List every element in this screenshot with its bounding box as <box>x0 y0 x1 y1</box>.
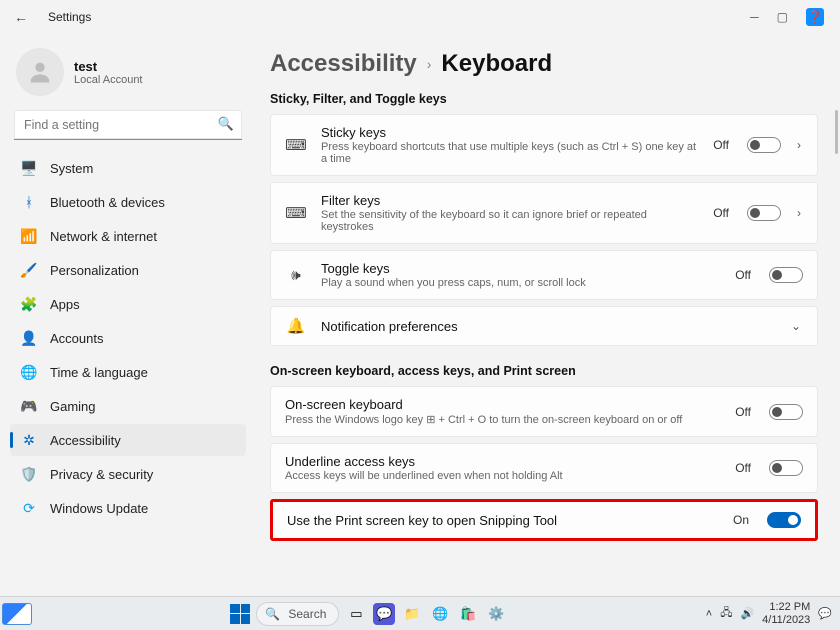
gamepad-icon: 🎮 <box>20 397 38 415</box>
globe-icon: 🌐 <box>20 363 38 381</box>
update-icon: ⟳ <box>20 499 38 517</box>
osk-state: Off <box>735 405 751 419</box>
keyboard-icon: ⌨ <box>285 136 307 154</box>
bluetooth-icon: ᚼ <box>20 193 38 211</box>
widgets-button[interactable] <box>2 603 32 625</box>
search-icon: 🔍 <box>218 116 234 132</box>
shield-icon: 🛡️ <box>20 465 38 483</box>
sound-icon: 🕪 <box>285 267 307 284</box>
nav-apps[interactable]: 🧩Apps <box>10 288 246 320</box>
section-heading-2: On-screen keyboard, access keys, and Pri… <box>270 364 818 378</box>
nav-gaming[interactable]: 🎮Gaming <box>10 390 246 422</box>
search-box[interactable]: 🔍 <box>14 110 242 140</box>
section-heading-1: Sticky, Filter, and Toggle keys <box>270 92 818 106</box>
explorer-icon[interactable]: 📁 <box>401 603 423 625</box>
volume-tray-icon[interactable]: 🔊 <box>740 607 754 620</box>
row-toggle-keys[interactable]: 🕪 Toggle keys Play a sound when you pres… <box>270 250 818 300</box>
account-type: Local Account <box>74 74 143 86</box>
row-filter-keys[interactable]: ⌨ Filter keys Set the sensitivity of the… <box>270 182 818 244</box>
window-titlebar: ← Settings ─ ▢ ❓ <box>0 0 840 34</box>
scrollbar-thumb[interactable] <box>835 110 838 154</box>
chevron-down-icon[interactable]: ⌄ <box>789 319 803 333</box>
chevron-right-icon[interactable]: › <box>795 206 803 220</box>
chevron-right-icon[interactable]: › <box>795 138 803 152</box>
filter-toggle[interactable] <box>747 205 781 221</box>
taskbar: 🔍Search ▭ 💬 📁 🌐 🛍️ ⚙️ ˄ 🖧 🔊 1:22 PM 4/11… <box>0 596 840 630</box>
account-block[interactable]: test Local Account <box>10 44 246 110</box>
edge-icon[interactable]: 🌐 <box>429 603 451 625</box>
row-sticky-keys[interactable]: ⌨ Sticky keys Press keyboard shortcuts t… <box>270 114 818 176</box>
notifications-tray-icon[interactable]: 💬 <box>818 607 832 620</box>
breadcrumb: Accessibility › Keyboard <box>270 44 818 84</box>
tray-chevron-icon[interactable]: ˄ <box>706 608 712 620</box>
sticky-toggle[interactable] <box>747 137 781 153</box>
apps-icon: 🧩 <box>20 295 38 313</box>
nav-list: 🖥️System ᚼBluetooth & devices 📶Network &… <box>10 152 246 524</box>
sidebar: test Local Account 🔍 🖥️System ᚼBluetooth… <box>0 34 252 596</box>
row-osk[interactable]: On-screen keyboard Press the Windows log… <box>270 386 818 437</box>
nav-bluetooth[interactable]: ᚼBluetooth & devices <box>10 186 246 218</box>
taskbar-search[interactable]: 🔍Search <box>256 602 339 626</box>
display-icon: 🖥️ <box>20 159 38 177</box>
maximize-button[interactable]: ▢ <box>777 10 788 24</box>
minimize-button[interactable]: ─ <box>750 10 759 24</box>
prt-state: On <box>733 513 749 527</box>
accessibility-icon: ✲ <box>20 431 38 449</box>
task-view-icon[interactable]: ▭ <box>345 603 367 625</box>
filter-state: Off <box>713 206 729 220</box>
wifi-icon: 📶 <box>20 227 38 245</box>
nav-personalization[interactable]: 🖌️Personalization <box>10 254 246 286</box>
account-name: test <box>74 59 143 74</box>
help-icon[interactable]: ❓ <box>806 8 824 26</box>
uak-toggle[interactable] <box>769 460 803 476</box>
brush-icon: 🖌️ <box>20 261 38 279</box>
nav-update[interactable]: ⟳Windows Update <box>10 492 246 524</box>
nav-accessibility[interactable]: ✲Accessibility <box>10 424 246 456</box>
keyboard-icon: ⌨ <box>285 204 307 222</box>
window-title: Settings <box>48 10 91 24</box>
network-tray-icon[interactable]: 🖧 <box>720 604 732 623</box>
prt-toggle[interactable] <box>767 512 801 528</box>
sticky-state: Off <box>713 138 729 152</box>
uak-state: Off <box>735 461 751 475</box>
store-icon[interactable]: 🛍️ <box>457 603 479 625</box>
nav-time[interactable]: 🌐Time & language <box>10 356 246 388</box>
nav-accounts[interactable]: 👤Accounts <box>10 322 246 354</box>
taskbar-clock[interactable]: 1:22 PM 4/11/2023 <box>762 601 810 625</box>
page-title: Keyboard <box>441 50 552 78</box>
row-underline-access-keys[interactable]: Underline access keys Access keys will b… <box>270 443 818 493</box>
bell-icon: 🔔 <box>285 317 307 335</box>
search-input[interactable] <box>14 110 242 140</box>
avatar <box>16 48 64 96</box>
breadcrumb-parent[interactable]: Accessibility <box>270 50 417 78</box>
nav-network[interactable]: 📶Network & internet <box>10 220 246 252</box>
nav-privacy[interactable]: 🛡️Privacy & security <box>10 458 246 490</box>
search-icon: 🔍 <box>265 607 280 621</box>
back-button[interactable]: ← <box>8 9 34 25</box>
row-notification-prefs[interactable]: 🔔 Notification preferences ⌄ <box>270 306 818 346</box>
main-pane: Accessibility › Keyboard Sticky, Filter,… <box>252 34 840 596</box>
system-tray[interactable]: ˄ 🖧 🔊 1:22 PM 4/11/2023 💬 <box>706 601 840 625</box>
togglekeys-toggle[interactable] <box>769 267 803 283</box>
person-icon: 👤 <box>20 329 38 347</box>
osk-toggle[interactable] <box>769 404 803 420</box>
settings-taskbar-icon[interactable]: ⚙️ <box>485 603 507 625</box>
toggle-state: Off <box>735 268 751 282</box>
row-print-screen-snipping[interactable]: Use the Print screen key to open Snippin… <box>270 499 818 541</box>
start-button[interactable] <box>230 604 250 624</box>
chat-icon[interactable]: 💬 <box>373 603 395 625</box>
chevron-right-icon: › <box>427 56 432 72</box>
nav-system[interactable]: 🖥️System <box>10 152 246 184</box>
